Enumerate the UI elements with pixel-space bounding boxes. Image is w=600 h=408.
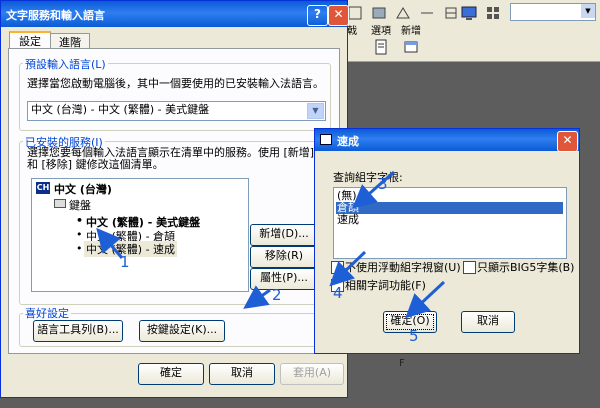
settings-panel: 預設輸入語言(L) 選擇當您啟動電腦後，其中一個要使用的已安裝輸入法語言。 中文… bbox=[8, 48, 340, 354]
no-floating-window-label: 不使用浮動組字視窗(U) bbox=[345, 261, 461, 274]
quick-input-dialog: 速成 ✕ 查詢組字字根: (無) 倉頡 速成 不使用浮動組字視窗(U) 只顯示B… bbox=[314, 128, 580, 354]
tree-keyboard[interactable]: 鍵盤 bbox=[69, 197, 91, 213]
toolbar-icon[interactable] bbox=[418, 4, 436, 22]
document-icon[interactable] bbox=[372, 38, 390, 56]
keyboard-icon bbox=[54, 199, 66, 208]
cancel-button[interactable]: 取消 bbox=[209, 363, 275, 385]
related-words-label: 相關字詞功能(F) bbox=[345, 279, 426, 292]
annotation-number: 5 bbox=[409, 327, 419, 345]
remove-button[interactable]: 移除(R) bbox=[250, 246, 318, 268]
grid-icon[interactable] bbox=[484, 4, 502, 22]
monitor-icon[interactable] bbox=[460, 4, 478, 22]
toolbar-icon[interactable] bbox=[442, 4, 460, 22]
dialog-titlebar[interactable]: 文字服務和輸入語言 ? ✕ bbox=[1, 1, 349, 27]
window-icon bbox=[320, 134, 332, 145]
properties-button[interactable]: 屬性(P)... bbox=[250, 268, 318, 290]
add-button[interactable]: 新增(D)... bbox=[250, 224, 318, 246]
toolbar-combo[interactable]: ▼ bbox=[510, 3, 596, 21]
apply-button[interactable]: 套用(A) bbox=[280, 363, 344, 385]
annotation-number: 3 bbox=[378, 175, 388, 193]
services-tree[interactable]: CH 中文 (台灣) 鍵盤 • 中文 (繁體) - 美式鍵盤 • 中文 (繁體)… bbox=[31, 178, 249, 292]
radicals-listbox[interactable]: (無) 倉頡 速成 bbox=[333, 187, 567, 259]
annotation-number: 1 bbox=[120, 253, 130, 271]
installed-services-desc: 選擇您要每個輸入法語言顯示在清單中的服務。使用 [新增] 和 [移除] 鍵修改這… bbox=[27, 146, 315, 171]
default-language-select[interactable]: 中文 (台灣) - 中文 (繁體) - 美式鍵盤 ▼ bbox=[27, 101, 326, 121]
ok-button[interactable]: 確定 bbox=[138, 363, 204, 385]
chevron-down-icon: ▼ bbox=[581, 4, 595, 18]
tree-language[interactable]: 中文 (台灣) bbox=[54, 181, 112, 197]
annotation-number: 4 bbox=[333, 284, 343, 302]
preferences-title: 喜好設定 bbox=[23, 305, 71, 321]
close-button[interactable]: ✕ bbox=[328, 5, 349, 26]
background-text: F bbox=[399, 358, 405, 369]
help-button[interactable]: ? bbox=[307, 5, 328, 26]
subdialog-titlebar[interactable]: 速成 ✕ bbox=[315, 129, 579, 152]
toolbar-new-label[interactable]: 新增 bbox=[401, 22, 421, 37]
toolbar-icon[interactable] bbox=[370, 4, 388, 22]
subdialog-cancel-button[interactable]: 取消 bbox=[461, 311, 515, 333]
background-toolbar: 戟 選項 新增 ▼ bbox=[330, 0, 600, 62]
toolbar-options-label[interactable]: 選項 bbox=[371, 22, 391, 37]
subdialog-close-button[interactable]: ✕ bbox=[557, 131, 578, 152]
query-radicals-label: 查詢組字字根: bbox=[333, 171, 403, 184]
list-item[interactable]: (無) bbox=[336, 190, 563, 202]
subdialog-title: 速成 bbox=[337, 135, 359, 148]
big5-only-checkbox[interactable] bbox=[463, 261, 476, 274]
dialog-title: 文字服務和輸入語言 bbox=[6, 9, 105, 22]
list-item[interactable]: 速成 bbox=[336, 214, 563, 226]
key-settings-button[interactable]: 按鍵設定(K)... bbox=[139, 320, 225, 342]
chevron-down-icon: ▼ bbox=[307, 103, 324, 119]
big5-only-label: 只顯示BIG5字集(B) bbox=[477, 261, 575, 274]
default-language-desc: 選擇當您啟動電腦後，其中一個要使用的已安裝輸入法語言。 bbox=[27, 77, 324, 90]
tree-item-selected[interactable]: 中文 (繁體) - 速成 bbox=[84, 241, 178, 257]
annotation-number: 2 bbox=[272, 286, 282, 304]
default-language-title: 預設輸入語言(L) bbox=[23, 56, 108, 72]
no-floating-window-checkbox[interactable] bbox=[331, 261, 344, 274]
new-record-icon[interactable] bbox=[402, 38, 420, 56]
list-item-selected[interactable]: 倉頡 bbox=[336, 202, 563, 214]
language-badge-icon: CH bbox=[36, 182, 50, 194]
toolbar-icon[interactable] bbox=[394, 4, 412, 22]
text-services-dialog: 文字服務和輸入語言 ? ✕ 設定 進階 預設輸入語言(L) 選擇當您啟動電腦後，… bbox=[0, 0, 349, 398]
language-bar-button[interactable]: 語言工具列(B)... bbox=[33, 320, 123, 342]
default-language-value: 中文 (台灣) - 中文 (繁體) - 美式鍵盤 bbox=[31, 103, 210, 116]
